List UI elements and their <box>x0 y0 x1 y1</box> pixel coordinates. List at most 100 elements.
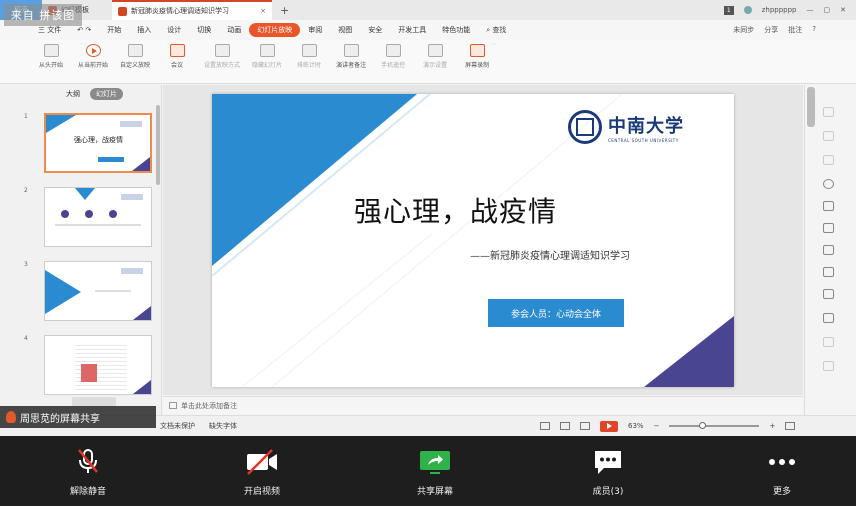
menu-design[interactable]: 设计 <box>159 25 189 35</box>
notes-pane[interactable]: 单击此处添加备注 <box>163 396 803 414</box>
tool-icon[interactable] <box>823 107 834 117</box>
grid-icon[interactable] <box>823 223 834 233</box>
screen-record-button[interactable]: 屏幕录制 <box>456 40 498 83</box>
tool-icon[interactable] <box>823 337 834 347</box>
zoom-knob[interactable] <box>699 422 707 429</box>
sorter-view-icon[interactable] <box>560 422 570 430</box>
slide-panel: 大纲 幻灯片 1 强心理，战疫情 2 3 4 <box>0 85 162 415</box>
location-icon[interactable] <box>823 179 834 189</box>
presentation-settings-button[interactable]: 演示设置 <box>414 40 456 83</box>
menu-undo-icon[interactable]: ↶ ↷ <box>69 26 99 34</box>
attendees-box[interactable]: 参会人员：心动会全体 <box>488 299 624 327</box>
thumbnail-image[interactable]: 强心理，战疫情 <box>44 113 152 173</box>
canvas-scrollbar[interactable] <box>807 87 815 127</box>
zoom-slider[interactable] <box>669 422 760 429</box>
logo-english: CENTRAL SOUTH UNIVERSITY <box>608 137 679 143</box>
zoom-in-icon[interactable]: + <box>769 422 775 430</box>
hide-slide-button[interactable]: 隐藏幻灯片 <box>246 40 288 83</box>
thumb-shape <box>95 290 131 292</box>
export-icon[interactable] <box>823 313 834 323</box>
copy-icon[interactable] <box>823 289 834 299</box>
menu-features[interactable]: 特色功能 <box>434 25 478 35</box>
sync-button[interactable]: 未同步 <box>733 25 754 35</box>
search-button[interactable]: ⌕ 查找 <box>478 25 514 35</box>
slideshow-icon <box>43 44 59 57</box>
mic-muted-icon <box>78 449 98 473</box>
menu-transition[interactable]: 切换 <box>189 25 219 35</box>
image-icon[interactable] <box>823 201 834 211</box>
menu-slideshow[interactable]: 幻灯片放映 <box>249 23 301 37</box>
close-tab-icon[interactable]: × <box>260 7 266 15</box>
window-count-badge[interactable]: 1 <box>723 5 734 15</box>
close-window-icon[interactable]: ✕ <box>840 6 846 14</box>
menu-view[interactable]: 视图 <box>330 25 360 35</box>
phone-remote-button[interactable]: 手机遥控 <box>372 40 414 83</box>
thumbnail-image[interactable] <box>44 335 152 395</box>
setup-show-button[interactable]: 设置放映方式 <box>198 40 246 83</box>
zoom-level[interactable]: 63% <box>628 422 644 430</box>
rehearse-timing-button[interactable]: 排练计时 <box>288 40 330 83</box>
reading-view-icon[interactable] <box>580 422 590 430</box>
ribbon-label: 从头开始 <box>38 62 63 69</box>
user-name[interactable]: zhpppppp <box>762 6 797 14</box>
meeting-button[interactable]: 会议 <box>156 40 198 83</box>
transfer-icon[interactable] <box>823 267 834 277</box>
ribbon-label: 演讲者备注 <box>336 62 367 69</box>
avatar[interactable] <box>743 6 752 14</box>
seal-icon <box>568 110 602 144</box>
thumb-number: 3 <box>24 261 28 268</box>
menu-home[interactable]: 开始 <box>99 25 129 35</box>
tab-outline[interactable]: 大纲 <box>66 89 80 99</box>
doc-protection-status[interactable]: 文档未保护 <box>160 421 195 431</box>
tab-slides[interactable]: 幻灯片 <box>90 88 123 100</box>
menu-developer[interactable]: 开发工具 <box>390 25 434 35</box>
start-from-current-button[interactable]: 从当前开始 <box>72 40 114 83</box>
meeting-icon <box>169 44 185 57</box>
menu-review[interactable]: 审阅 <box>300 25 330 35</box>
screen-share-banner: 周思苋的屏幕共享 <box>0 406 156 428</box>
help-icon[interactable]: ? <box>812 25 816 35</box>
share-screen-label: 共享屏幕 <box>416 487 453 497</box>
start-from-beginning-button[interactable]: 从头开始 <box>30 40 72 83</box>
thumbnail-image[interactable] <box>44 261 152 321</box>
menu-security[interactable]: 安全 <box>360 25 390 35</box>
menu-insert[interactable]: 插入 <box>129 25 159 35</box>
tool-icon[interactable] <box>823 361 834 371</box>
new-tab-button[interactable]: + <box>272 4 297 17</box>
record-icon <box>469 44 485 57</box>
speaker-notes-button[interactable]: 演讲者备注 <box>330 40 372 83</box>
custom-show-button[interactable]: 自定义放映 <box>114 40 156 83</box>
comment-button[interactable]: 批注 <box>788 25 802 35</box>
panel-scrollbar[interactable] <box>156 105 160 185</box>
missing-font-status[interactable]: 缺失字体 <box>209 421 237 431</box>
members-button[interactable]: 成员(3) <box>568 448 648 497</box>
more-button[interactable]: 更多 <box>742 448 822 497</box>
thumb-shape <box>133 380 151 394</box>
tab-document[interactable]: 新冠肺炎疫情心理调适知识学习 × <box>112 0 272 20</box>
normal-view-icon[interactable] <box>540 422 550 430</box>
menu-file[interactable]: 三 文件 <box>30 25 69 35</box>
start-video-button[interactable]: 开启视频 <box>222 448 302 497</box>
slide-subtitle[interactable]: ——新冠肺炎疫情心理调适知识学习 <box>470 247 630 262</box>
tool-icon[interactable] <box>823 155 834 165</box>
share-screen-button[interactable]: 共享屏幕 <box>395 448 475 497</box>
tool-icon[interactable] <box>823 131 834 141</box>
ribbon-label: 排练计时 <box>297 62 322 69</box>
chart-icon[interactable] <box>823 245 834 255</box>
fit-window-icon[interactable] <box>785 422 796 430</box>
play-slideshow-button[interactable] <box>600 420 618 432</box>
ribbon-label: 隐藏幻灯片 <box>252 62 283 69</box>
thumb-logo <box>120 121 142 127</box>
minimize-icon[interactable]: — <box>807 6 814 14</box>
maximize-icon[interactable]: ▢ <box>824 6 831 14</box>
thumbnail-image[interactable] <box>44 187 152 247</box>
unmute-button[interactable]: 解除静音 <box>48 448 128 497</box>
slide-title[interactable]: 强心理，战疫情 <box>354 190 557 230</box>
thumb-shape <box>132 157 150 171</box>
slide[interactable]: 中南大学 CENTRAL SOUTH UNIVERSITY 强心理，战疫情 ——… <box>212 94 734 387</box>
notes-icon <box>343 44 359 57</box>
menu-animation[interactable]: 动画 <box>219 25 249 35</box>
zoom-out-icon[interactable]: − <box>654 422 660 430</box>
ribbon-label: 会议 <box>171 62 184 69</box>
share-button[interactable]: 分享 <box>764 25 778 35</box>
